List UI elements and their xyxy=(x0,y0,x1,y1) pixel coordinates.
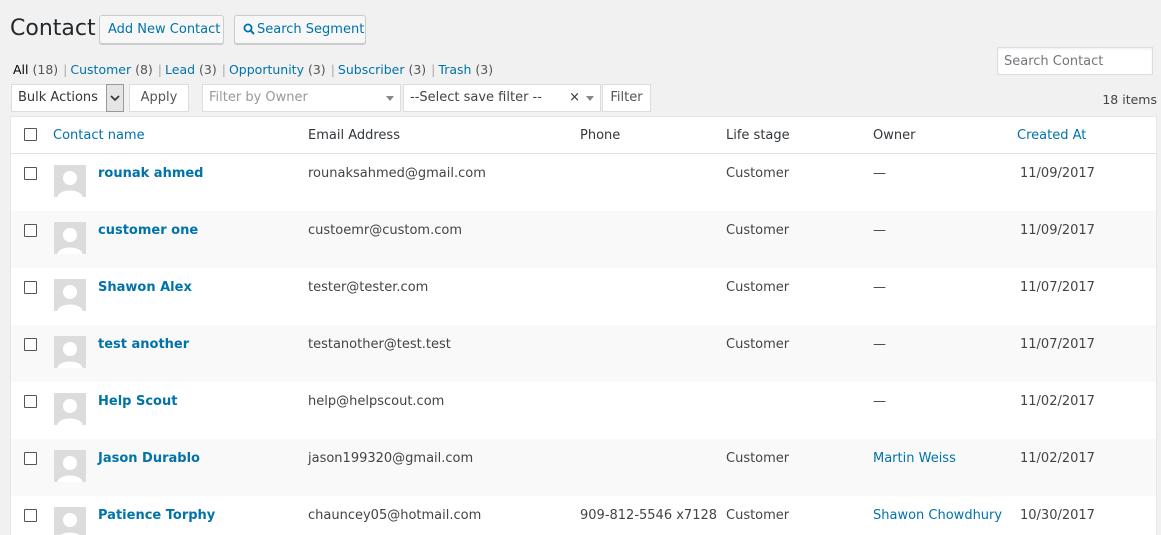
contact-created-at: 11/07/2017 xyxy=(1020,337,1095,352)
contact-life-stage: Customer xyxy=(726,337,790,352)
column-created-at[interactable]: Created At xyxy=(1017,128,1086,143)
column-owner: Owner xyxy=(873,128,916,143)
contact-life-stage: Customer xyxy=(726,223,790,238)
view-customer[interactable]: Customer xyxy=(70,62,131,77)
avatar xyxy=(54,450,86,482)
view-opportunity[interactable]: Opportunity xyxy=(229,62,304,77)
search-segment-label: Search Segment xyxy=(257,22,365,37)
contact-name-link[interactable]: customer one xyxy=(98,223,198,238)
contact-owner: — xyxy=(873,394,886,409)
bulk-actions-label: Bulk Actions xyxy=(18,90,98,105)
view-all[interactable]: All (18) xyxy=(13,62,58,77)
table-body: rounak ahmed rounaksahmed@gmail.com Custom… xyxy=(11,154,1156,535)
contact-email: custoemr@custom.com xyxy=(308,223,462,238)
items-count: 18 items xyxy=(1102,92,1157,107)
owner-filter-select[interactable]: Filter by Owner xyxy=(202,84,401,112)
apply-button[interactable]: Apply xyxy=(129,84,189,112)
avatar xyxy=(54,165,86,197)
caret-down-icon xyxy=(386,96,394,101)
contact-created-at: 11/02/2017 xyxy=(1020,451,1095,466)
avatar-placeholder-icon xyxy=(54,222,86,254)
search-contact-input[interactable] xyxy=(997,47,1153,75)
row-checkbox[interactable] xyxy=(24,281,37,294)
contact-email: tester@tester.com xyxy=(308,280,429,295)
contact-life-stage: Customer xyxy=(726,508,790,523)
save-filter-select[interactable]: --Select save filter -- × xyxy=(403,84,601,112)
row-checkbox[interactable] xyxy=(24,452,37,465)
table-row: Jason Durablo jason199320@gmail.com Custom… xyxy=(11,439,1156,496)
contact-name-link[interactable]: rounak ahmed xyxy=(98,166,204,181)
column-contact-name[interactable]: Contact name xyxy=(53,128,145,143)
table-row: customer one custoemr@custom.com Customer —… xyxy=(11,211,1156,268)
contact-email: rounaksahmed@gmail.com xyxy=(308,166,486,181)
contact-email: testanother@test.test xyxy=(308,337,451,352)
avatar-placeholder-icon xyxy=(54,336,86,368)
row-checkbox[interactable] xyxy=(24,509,37,522)
column-email: Email Address xyxy=(308,128,400,143)
filter-button[interactable]: Filter xyxy=(602,84,651,112)
contact-owner: — xyxy=(873,337,886,352)
contact-life-stage: Customer xyxy=(726,280,790,295)
contact-name-link[interactable]: Patience Torphy xyxy=(98,508,215,523)
avatar-placeholder-icon xyxy=(54,165,86,197)
view-trash[interactable]: Trash xyxy=(438,62,471,77)
contact-owner: — xyxy=(873,166,886,181)
avatar-placeholder-icon xyxy=(54,279,86,311)
table-row: Patience Torphy chauncey05@hotmail.com 909… xyxy=(11,496,1156,535)
contact-name-link[interactable]: Shawon Alex xyxy=(98,280,192,295)
table-row: Shawon Alex tester@tester.com Customer — 11/… xyxy=(11,268,1156,325)
contact-life-stage: Customer xyxy=(726,451,790,466)
search-segment-button[interactable]: Search Segment xyxy=(234,15,366,44)
page-title: Contact xyxy=(10,16,96,41)
contact-email: help@helpscout.com xyxy=(308,394,445,409)
contact-name-link[interactable]: Jason Durablo xyxy=(98,451,200,466)
contact-name-link[interactable]: test another xyxy=(98,337,189,352)
contact-email: chauncey05@hotmail.com xyxy=(308,508,482,523)
table-row: rounak ahmed rounaksahmed@gmail.com Custom… xyxy=(11,154,1156,211)
avatar-placeholder-icon xyxy=(54,450,86,482)
contact-phone: 909-812-5546 x7128 xyxy=(580,508,718,523)
row-checkbox[interactable] xyxy=(24,338,37,351)
table-header: Contact name Email Address Phone Life st… xyxy=(11,117,1156,154)
avatar-placeholder-icon xyxy=(54,507,86,535)
chevron-down-icon xyxy=(106,84,124,112)
search-icon xyxy=(243,23,255,35)
contacts-table: Contact name Email Address Phone Life st… xyxy=(10,116,1157,535)
view-subscriber[interactable]: Subscriber xyxy=(338,62,405,77)
contact-name-link[interactable]: Help Scout xyxy=(98,394,177,409)
owner-filter-placeholder: Filter by Owner xyxy=(209,90,308,105)
contact-email: jason199320@gmail.com xyxy=(308,451,474,466)
contact-created-at: 11/09/2017 xyxy=(1020,166,1095,181)
row-checkbox[interactable] xyxy=(24,167,37,180)
column-life-stage: Life stage xyxy=(726,128,790,143)
table-row: test another testanother@test.test Custome… xyxy=(11,325,1156,382)
contact-life-stage: Customer xyxy=(726,166,790,181)
avatar-placeholder-icon xyxy=(54,393,86,425)
add-new-contact-button[interactable]: Add New Contact xyxy=(99,15,224,44)
contact-owner[interactable]: Martin Weiss xyxy=(873,451,956,466)
caret-down-icon xyxy=(586,96,594,101)
save-filter-label: --Select save filter -- xyxy=(410,90,542,105)
contact-owner: — xyxy=(873,223,886,238)
avatar xyxy=(54,393,86,425)
clear-icon[interactable]: × xyxy=(569,85,580,111)
contact-created-at: 10/30/2017 xyxy=(1020,508,1095,523)
select-all-checkbox[interactable] xyxy=(24,128,37,141)
contact-owner: — xyxy=(873,280,886,295)
contact-owner[interactable]: Shawon Chowdhury xyxy=(873,508,1002,523)
bulk-actions-select[interactable]: Bulk Actions xyxy=(11,84,124,112)
avatar xyxy=(54,279,86,311)
contact-created-at: 11/07/2017 xyxy=(1020,280,1095,295)
avatar xyxy=(54,507,86,535)
contact-created-at: 11/09/2017 xyxy=(1020,223,1095,238)
row-checkbox[interactable] xyxy=(24,395,37,408)
table-row: Help Scout help@helpscout.com — 11/02/2017 xyxy=(11,382,1156,439)
contact-created-at: 11/02/2017 xyxy=(1020,394,1095,409)
column-phone: Phone xyxy=(580,128,621,143)
avatar xyxy=(54,336,86,368)
row-checkbox[interactable] xyxy=(24,224,37,237)
view-filters: All (18) | Customer (8) | Lead (3) | Opportuni… xyxy=(13,62,494,77)
view-lead[interactable]: Lead xyxy=(165,62,195,77)
avatar xyxy=(54,222,86,254)
